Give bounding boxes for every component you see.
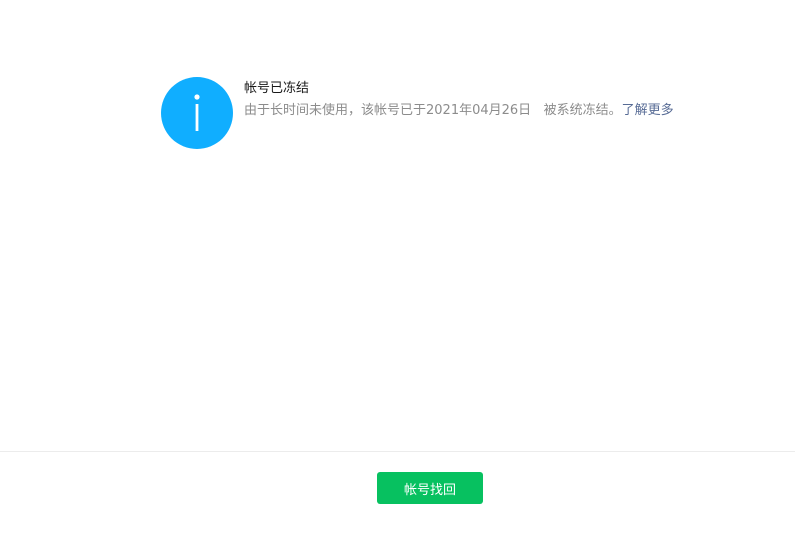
frozen-notice: 帐号已冻结 由于长时间未使用，该帐号已于2021年04月26日 被系统冻结。了解… bbox=[161, 77, 674, 149]
info-glyph bbox=[194, 94, 200, 131]
footer-divider bbox=[0, 451, 795, 452]
notice-description-line: 由于长时间未使用，该帐号已于2021年04月26日 被系统冻结。了解更多 bbox=[244, 102, 674, 120]
notice-title: 帐号已冻结 bbox=[244, 81, 310, 96]
account-recovery-button[interactable]: 帐号找回 bbox=[377, 472, 483, 504]
info-icon bbox=[161, 77, 233, 149]
learn-more-link[interactable]: 了解更多 bbox=[622, 103, 674, 118]
notice-text: 帐号已冻结 由于长时间未使用，该帐号已于2021年04月26日 被系统冻结。了解… bbox=[244, 77, 674, 120]
notice-description: 由于长时间未使用，该帐号已于2021年04月26日 被系统冻结。 bbox=[244, 103, 622, 118]
frozen-account-page: 帐号已冻结 由于长时间未使用，该帐号已于2021年04月26日 被系统冻结。了解… bbox=[0, 0, 795, 538]
